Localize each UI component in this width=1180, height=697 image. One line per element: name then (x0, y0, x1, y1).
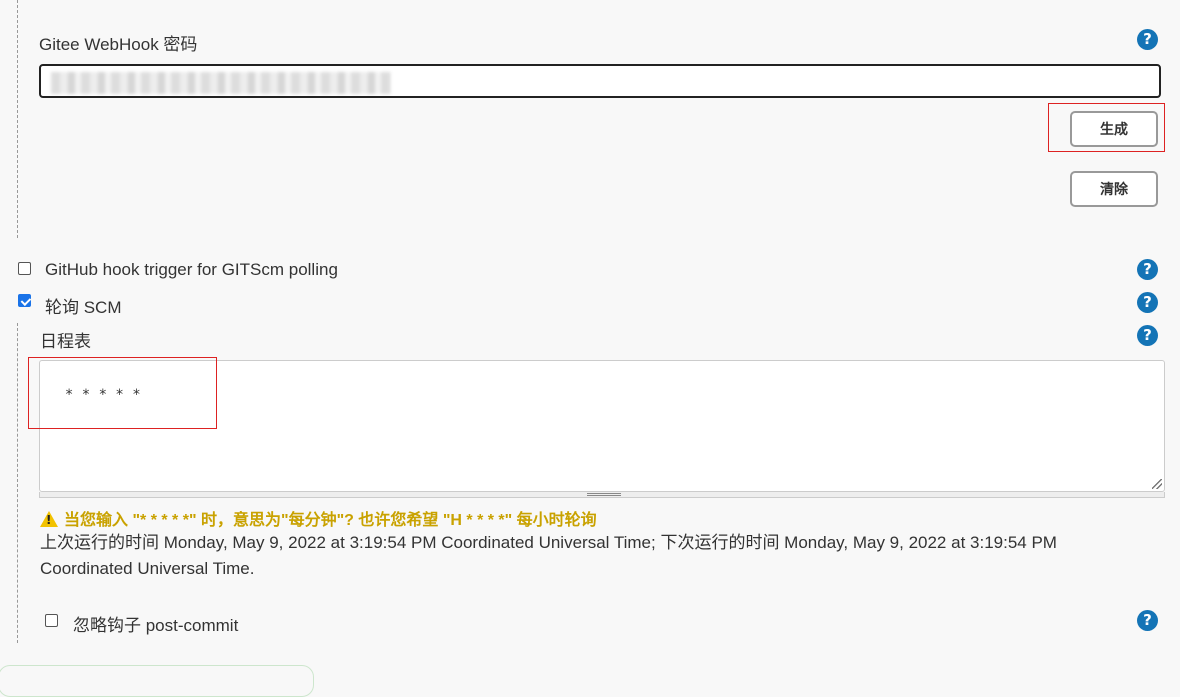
highlight-box (1048, 103, 1165, 152)
help-icon[interactable]: ? (1137, 325, 1158, 346)
webhook-secret-input[interactable] (39, 64, 1161, 98)
github-hook-checkbox[interactable] (18, 262, 31, 275)
help-icon[interactable]: ? (1137, 610, 1158, 631)
highlight-box (28, 357, 217, 429)
webhook-secret-label: Gitee WebHook 密码 (39, 35, 198, 54)
github-hook-label[interactable]: GitHub hook trigger for GITScm polling (45, 260, 338, 280)
cron-warning-text: 当您输入 "* * * * *" 时，意思为"每分钟"? 也许您希望 "H * … (64, 512, 597, 529)
ignore-post-commit-checkbox[interactable] (45, 614, 58, 627)
cron-warning: 当您输入 "* * * * *" 时，意思为"每分钟"? 也许您希望 "H * … (40, 506, 597, 530)
schedule-label: 日程表 (40, 332, 91, 351)
redacted-secret-text (51, 72, 391, 94)
run-time-info: 上次运行的时间 Monday, May 9, 2022 at 3:19:54 P… (40, 533, 1057, 578)
section-guide-line (17, 0, 18, 238)
clear-button[interactable]: 清除 (1070, 171, 1158, 207)
section-guide-line (17, 323, 18, 643)
warning-icon (40, 511, 58, 527)
poll-scm-label[interactable]: 轮询 SCM (45, 293, 122, 318)
poll-scm-checkbox[interactable] (18, 294, 31, 307)
help-icon[interactable]: ? (1137, 259, 1158, 280)
help-icon[interactable]: ? (1137, 292, 1158, 313)
resize-grip-icon[interactable] (1152, 479, 1162, 489)
bottom-tab[interactable] (0, 665, 314, 697)
ignore-post-commit-label[interactable]: 忽略钩子 post-commit (73, 611, 238, 636)
textarea-drag-handle[interactable] (39, 492, 1165, 498)
help-icon[interactable]: ? (1137, 29, 1158, 50)
